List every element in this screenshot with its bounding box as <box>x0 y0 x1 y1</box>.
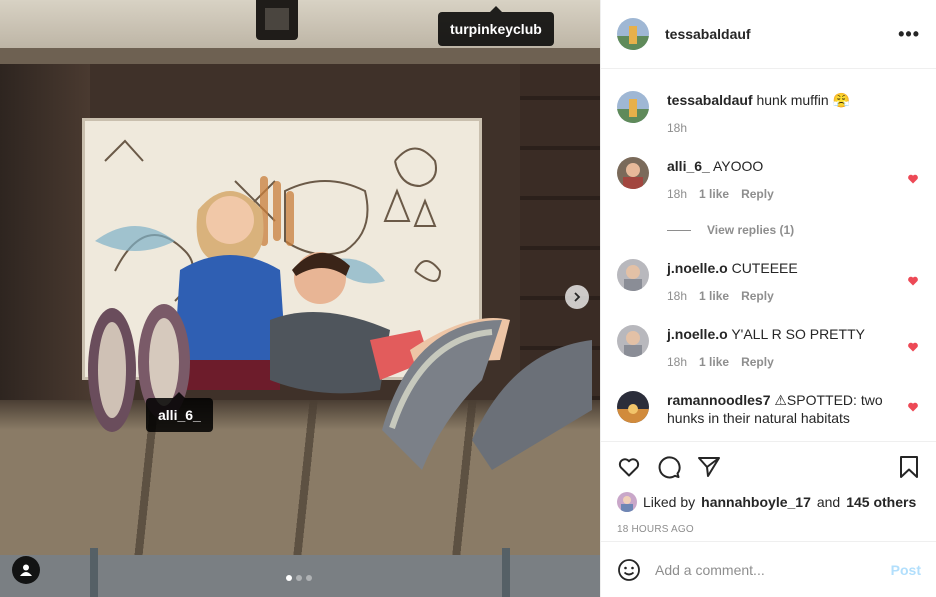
avatar[interactable] <box>617 18 649 50</box>
user-tag-alli[interactable]: alli_6_ <box>146 392 213 432</box>
post-photo[interactable]: turpinkeyclub alli_6_ <box>0 0 600 597</box>
table-legs <box>90 548 510 597</box>
bookmark-icon[interactable] <box>897 455 921 479</box>
list-item: ramannoodles7 ⚠SPOTTED: two hunks in the… <box>617 369 921 427</box>
comment-time[interactable]: 18h <box>667 289 687 303</box>
reply-button[interactable]: Reply <box>741 355 774 369</box>
liked-by-username[interactable]: hannahboyle_17 <box>701 494 811 510</box>
avatar[interactable] <box>617 325 649 357</box>
heart-icon[interactable] <box>907 341 919 353</box>
ceiling-lamp <box>256 0 298 40</box>
heart-outline-icon[interactable] <box>617 455 641 479</box>
comment-likes[interactable]: 1 like <box>699 355 729 369</box>
ceiling-beam <box>0 48 600 64</box>
comment-username[interactable]: tessabaldauf <box>667 92 753 108</box>
avatar[interactable] <box>617 391 649 423</box>
share-icon[interactable] <box>697 455 721 479</box>
list-item: j.noelle.o CUTEEEE 18h 1 like Reply <box>617 237 921 303</box>
comment-text: Y'ALL R SO PRETTY <box>731 326 865 342</box>
comment-username[interactable]: alli_6_ <box>667 158 710 174</box>
comments-list[interactable]: tessabaldauf hunk muffin 😤 18h alli_6_ A… <box>601 69 936 441</box>
carousel-dot <box>286 575 292 581</box>
next-photo-button[interactable] <box>565 285 589 309</box>
more-options-button[interactable]: ••• <box>898 24 920 45</box>
comment-text: hunk muffin 😤 <box>756 92 850 108</box>
comment-likes[interactable]: 1 like <box>699 289 729 303</box>
user-tag-turpinkeyclub[interactable]: turpinkeyclub <box>438 6 554 46</box>
post-actions: Liked by hannahboyle_17 and 145 others 1… <box>601 441 936 535</box>
divider <box>667 229 691 231</box>
post-comment-button[interactable]: Post <box>891 562 921 578</box>
action-bar <box>617 442 921 492</box>
comment-text: CUTEEEE <box>731 260 798 276</box>
comment-username[interactable]: j.noelle.o <box>667 326 728 342</box>
comment-input[interactable] <box>655 561 891 578</box>
shoes-right <box>382 320 592 470</box>
reply-button[interactable]: Reply <box>741 289 774 303</box>
post-timestamp[interactable]: 18 HOURS AGO <box>617 524 921 535</box>
likes-others-link[interactable]: 145 others <box>846 494 916 510</box>
carousel-indicator <box>286 575 312 581</box>
avatar[interactable] <box>617 259 649 291</box>
comment-time[interactable]: 18h <box>667 187 687 201</box>
carousel-dot <box>296 575 302 581</box>
caption: tessabaldauf hunk muffin 😤 18h <box>617 69 921 135</box>
avatar[interactable] <box>617 492 637 512</box>
avatar[interactable] <box>617 157 649 189</box>
comment-icon[interactable] <box>657 455 681 479</box>
likes-middle: and <box>816 494 841 510</box>
view-replies-label: View replies (1) <box>707 223 795 237</box>
list-item: alli_6_ AYOOO 18h 1 like Reply <box>617 135 921 201</box>
post-header: tessabaldauf ••• <box>601 0 936 69</box>
post-side-panel: tessabaldauf ••• tessabaldauf hunk muffi… <box>600 0 936 597</box>
avatar[interactable] <box>617 91 649 123</box>
add-comment-bar: Post <box>601 541 936 597</box>
comment-time[interactable]: 18h <box>667 355 687 369</box>
heart-icon[interactable] <box>907 275 919 287</box>
show-tags-button[interactable] <box>12 556 40 584</box>
carousel-dot <box>306 575 312 581</box>
likes-prefix: Liked by <box>643 494 696 510</box>
author-username[interactable]: tessabaldauf <box>665 26 751 42</box>
comment-username[interactable]: j.noelle.o <box>667 260 728 276</box>
comment-likes[interactable]: 1 like <box>699 187 729 201</box>
user-icon <box>20 564 32 576</box>
likes-summary: Liked by hannahboyle_17 and 145 others <box>617 492 921 512</box>
emoji-icon[interactable] <box>617 558 641 582</box>
comment-time[interactable]: 18h <box>667 121 687 135</box>
heart-icon[interactable] <box>907 401 919 413</box>
chevron-right-icon <box>574 292 581 302</box>
list-item: j.noelle.o Y'ALL R SO PRETTY 18h 1 like … <box>617 303 921 369</box>
reply-button[interactable]: Reply <box>741 187 774 201</box>
comment-text: AYOOO <box>712 158 764 174</box>
heart-icon[interactable] <box>907 173 919 185</box>
view-replies-button[interactable]: View replies (1) <box>667 223 921 237</box>
comment-username[interactable]: ramannoodles7 <box>667 392 770 408</box>
